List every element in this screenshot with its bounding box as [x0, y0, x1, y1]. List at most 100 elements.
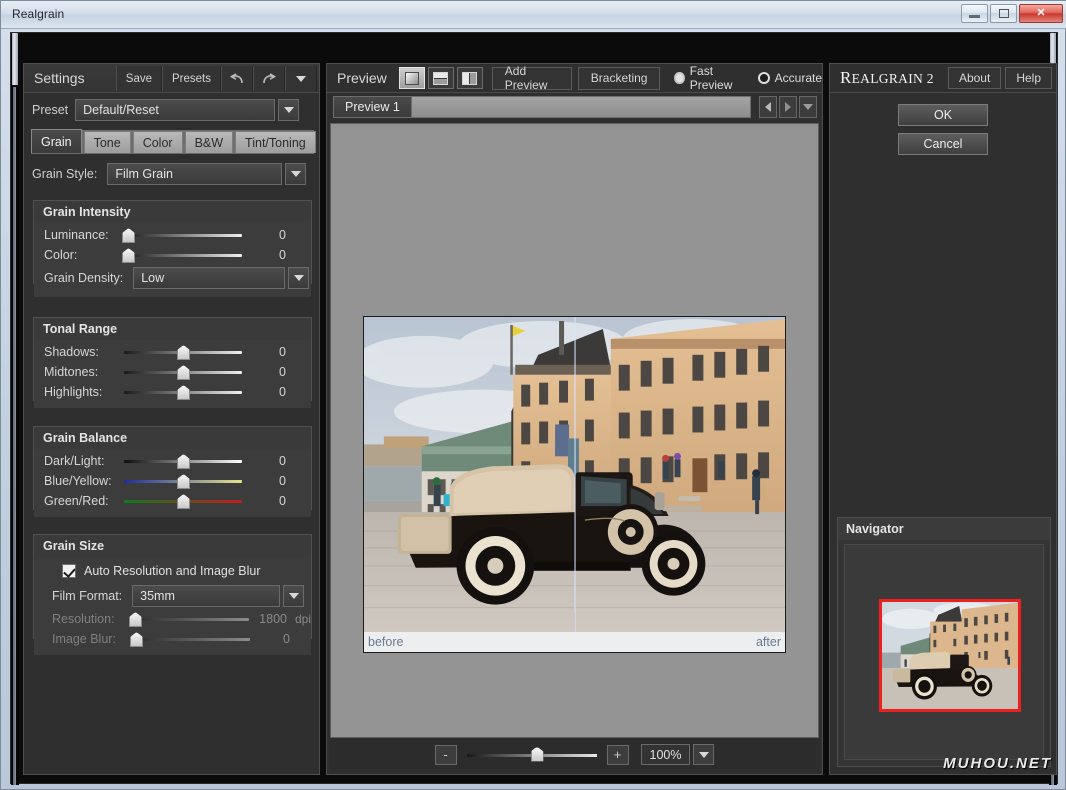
grain-density-select-arrow[interactable]	[288, 267, 310, 289]
tab-grain[interactable]: Grain	[31, 129, 82, 153]
preview-tab-next-button[interactable]	[779, 96, 797, 118]
preset-select[interactable]: Default/Reset	[75, 98, 276, 121]
slider-row-image-blur: Image Blur: 0	[34, 629, 311, 649]
green-red-slider[interactable]	[124, 491, 242, 511]
image-blur-slider[interactable]	[130, 629, 250, 649]
tab-tone[interactable]: Tone	[83, 131, 131, 153]
settings-tabstrip: Grain Tone Color B&W Tint/Toning	[31, 129, 316, 154]
fast-preview-radio[interactable]	[674, 72, 685, 84]
slider-thumb[interactable]	[177, 494, 190, 509]
preview-tab-1[interactable]: Preview 1	[334, 97, 412, 117]
tab-color[interactable]: Color	[132, 131, 183, 153]
row-label: Color:	[44, 248, 78, 262]
zoom-level-field[interactable]: 100%	[640, 744, 691, 765]
zoom-out-button[interactable]: -	[434, 744, 457, 765]
minimize-button[interactable]	[961, 4, 988, 23]
help-button[interactable]: Help	[1005, 67, 1052, 89]
minimize-icon	[969, 15, 980, 18]
film-format-select[interactable]: 35mm	[132, 585, 281, 607]
tab-bw[interactable]: B&W	[184, 131, 234, 153]
cancel-button[interactable]: Cancel	[898, 133, 988, 155]
dark-light-slider[interactable]	[124, 451, 242, 471]
slider-thumb[interactable]	[177, 365, 190, 380]
navigator-canvas[interactable]	[844, 544, 1044, 760]
slider-thumb[interactable]	[177, 454, 190, 469]
ok-button[interactable]: OK	[898, 104, 988, 126]
close-button[interactable]: ✕	[1019, 4, 1063, 23]
slider-row-resolution: Resolution: 1800 dpi	[34, 609, 311, 629]
save-button[interactable]: Save	[115, 66, 162, 91]
scrollbar-track[interactable]	[13, 87, 16, 785]
slider-thumb[interactable]	[177, 345, 190, 360]
brand-buttons: About Help	[947, 67, 1056, 89]
accurate-radio[interactable]	[757, 72, 770, 84]
resolution-slider[interactable]	[128, 609, 249, 629]
luminance-slider[interactable]	[122, 225, 242, 245]
slider-row-color: Color: 0	[34, 245, 311, 265]
row-value: 0	[279, 454, 286, 468]
row-label: Midtones:	[44, 365, 99, 379]
redo-button[interactable]	[253, 66, 285, 91]
group-grain-intensity: Grain Intensity Luminance: 0 Color: 0 Gr…	[33, 200, 312, 297]
slider-thumb[interactable]	[177, 385, 190, 400]
settings-menu-button[interactable]	[285, 66, 317, 91]
slider-thumb[interactable]	[122, 228, 135, 243]
blue-yellow-slider[interactable]	[124, 471, 242, 491]
scrollbar-thumb[interactable]	[12, 33, 18, 85]
slider-row-highlights: Highlights: 0	[34, 382, 311, 402]
row-label: Dark/Light:	[44, 454, 105, 468]
maximize-button[interactable]	[990, 4, 1017, 23]
color-slider[interactable]	[122, 245, 242, 265]
slider-thumb[interactable]	[530, 746, 544, 762]
ok-cancel-group: OK Cancel	[830, 104, 1056, 162]
row-value: 1800	[259, 612, 287, 626]
fast-preview-option[interactable]: Fast Preview	[674, 64, 743, 92]
view-single-button[interactable]	[398, 67, 425, 89]
window-title: Realgrain	[12, 7, 65, 21]
brand-first: R	[840, 68, 852, 87]
shadows-slider[interactable]	[124, 342, 242, 362]
about-button[interactable]: About	[947, 67, 1002, 89]
view-mode-group	[398, 67, 486, 89]
window-controls: ✕	[961, 4, 1063, 23]
left-edge-scrollbar[interactable]	[11, 33, 19, 785]
slider-thumb[interactable]	[122, 248, 135, 263]
navigator-panel: Navigator	[837, 517, 1051, 767]
view-split-horizontal-button[interactable]	[427, 67, 454, 89]
bracketing-button[interactable]: Bracketing	[577, 66, 661, 90]
preview-canvas[interactable]: before after	[330, 123, 819, 738]
slider-thumb[interactable]	[177, 474, 190, 489]
slider-thumb[interactable]	[130, 632, 143, 647]
plugin-root: Settings Save Presets Preset Default/Res…	[10, 32, 1058, 785]
grain-style-select-arrow[interactable]	[285, 162, 307, 185]
zoom-level-dropdown[interactable]	[693, 744, 715, 765]
preview-tab-prev-button[interactable]	[759, 96, 777, 118]
preview-header: Preview Add Preview Bracketing Fast Prev…	[327, 64, 822, 93]
zoom-in-button[interactable]: +	[606, 744, 629, 765]
navigator-thumbnail[interactable]	[879, 599, 1021, 712]
add-preview-button[interactable]: Add Preview	[491, 64, 572, 92]
presets-button[interactable]: Presets	[162, 66, 221, 91]
midtones-slider[interactable]	[124, 362, 242, 382]
grain-style-select[interactable]: Film Grain	[107, 162, 283, 185]
undo-button[interactable]	[221, 66, 253, 91]
film-format-select-arrow[interactable]	[283, 585, 305, 607]
slider-row-green-red: Green/Red: 0	[34, 491, 311, 511]
highlights-slider[interactable]	[124, 382, 242, 402]
view-split-vertical-button[interactable]	[456, 67, 483, 89]
maximize-icon	[998, 9, 1009, 18]
navigator-photo	[882, 602, 1018, 709]
row-value: 0	[279, 474, 286, 488]
grain-density-select[interactable]: Low	[133, 267, 286, 289]
row-label: Blue/Yellow:	[44, 474, 112, 488]
tab-tint-toning[interactable]: Tint/Toning	[235, 131, 316, 153]
slider-thumb[interactable]	[128, 612, 142, 627]
row-label: Film Format:	[52, 589, 123, 603]
auto-resolution-checkbox[interactable]	[62, 564, 76, 578]
accurate-option[interactable]: Accurate	[757, 71, 822, 85]
preview-tab-menu-button[interactable]	[799, 96, 817, 118]
preview-image[interactable]: before after	[363, 316, 786, 653]
zoom-slider[interactable]	[466, 745, 597, 765]
chevron-down-icon	[296, 75, 306, 82]
preset-select-arrow[interactable]	[278, 98, 300, 121]
